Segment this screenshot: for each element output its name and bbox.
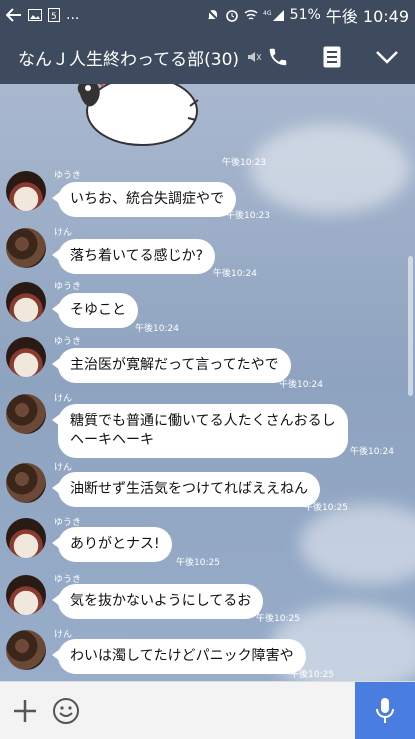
emoji-icon[interactable] [52, 697, 80, 725]
message-bubble[interactable]: いちお、統合失調症やで [52, 182, 236, 217]
sender-name: けん [54, 463, 73, 473]
status-bar: 5 ... 4G 51% 午後 10:49 [0, 0, 415, 30]
chat-scrollbar[interactable] [408, 256, 413, 396]
group-title[interactable]: なんＪ人生終わってる部(30) [18, 45, 239, 70]
message-bubble[interactable]: わいは濁してたけどパニック障害や [52, 639, 306, 674]
notes-icon[interactable] [323, 46, 341, 68]
penguin-sticker[interactable] [62, 84, 202, 156]
message-bubble[interactable]: ありがとナス! [52, 527, 172, 562]
message-time: 午後10:24 [350, 447, 394, 457]
avatar[interactable] [6, 575, 46, 615]
wifi-icon [244, 9, 258, 20]
svg-text:5: 5 [51, 12, 57, 22]
message-bubble[interactable]: 気を抜かないようにしてるお [51, 584, 264, 619]
message-time: 午後10:23 [226, 211, 270, 221]
chat-header: なんＪ人生終わってる部(30) [0, 30, 415, 84]
avatar[interactable] [6, 518, 46, 558]
chat-area[interactable]: 午後10:23 ゆうき いちお、統合失調症やで 午後10:23 けん 落ち着いて… [0, 84, 415, 681]
message-time: 午後10:24 [135, 324, 179, 334]
signal-4g-icon: 4G [263, 9, 284, 21]
avatar[interactable] [6, 171, 46, 211]
gallery-icon [28, 9, 42, 21]
avatar[interactable] [6, 282, 46, 322]
svg-text:4G: 4G [263, 10, 272, 17]
message-time: 午後10:25 [256, 614, 300, 624]
voice-button[interactable] [355, 682, 415, 739]
avatar[interactable] [6, 228, 46, 268]
phone-icon[interactable] [267, 46, 289, 68]
battery-level: 51% [289, 7, 321, 23]
sender-name: けん [54, 228, 73, 238]
message-bubble[interactable]: 油断せず生活気をつけてればええねん [52, 472, 320, 507]
sender-name: ゆうき [54, 171, 82, 181]
mute-notifications-icon [205, 8, 220, 22]
avatar[interactable] [6, 630, 46, 670]
message-bubble[interactable]: そゆこと [52, 293, 138, 328]
sender-name: ゆうき [54, 282, 82, 292]
plus-icon[interactable] [12, 698, 38, 724]
sender-name: けん [54, 394, 73, 404]
status-dots: ... [66, 7, 80, 23]
message-time: 午後10:25 [304, 503, 348, 513]
avatar[interactable] [6, 394, 46, 434]
sticker-time: 午後10:23 [222, 158, 266, 168]
message-time: 午後10:24 [213, 269, 257, 279]
microphone-icon [376, 698, 394, 723]
sender-name: けん [54, 630, 73, 640]
mute-icon [248, 52, 262, 62]
avatar[interactable] [6, 463, 46, 503]
message-time: 午後10:25 [176, 558, 220, 568]
message-time: 午後10:25 [290, 670, 334, 680]
message-bubble[interactable]: 糖質でも普通に働いてる人たくさんおるし ヘーキヘーキ [52, 404, 348, 458]
message-time: 午後10:24 [279, 380, 323, 390]
message-bubble[interactable]: 主治医が寛解だって言ってたやで [52, 348, 291, 383]
back-arrow-icon [6, 8, 21, 22]
avatar[interactable] [6, 337, 46, 377]
sender-name: ゆうき [54, 337, 82, 347]
alarm-icon [225, 10, 238, 22]
chevron-down-icon[interactable] [375, 50, 399, 64]
input-bar [0, 681, 415, 739]
message-bubble[interactable]: 落ち着いてる感じか? [51, 239, 216, 274]
notification-icon: 5 [48, 8, 60, 22]
clock: 午後 10:49 [325, 7, 409, 26]
